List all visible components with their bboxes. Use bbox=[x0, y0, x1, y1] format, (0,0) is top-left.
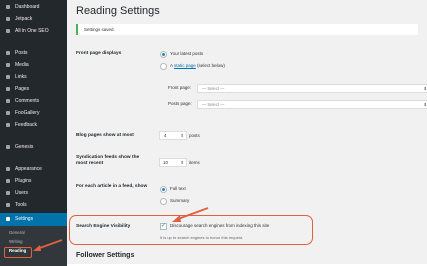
jetpack-icon bbox=[6, 17, 10, 21]
main-content: Reading Settings Settings saved. Front p… bbox=[67, 0, 427, 264]
sidebar-item-tools[interactable]: Tools bbox=[0, 199, 67, 211]
seo-icon bbox=[6, 29, 10, 33]
front-page-label: Front page displays bbox=[76, 51, 122, 56]
blog-pages-input[interactable]: 4 ⬍ bbox=[159, 131, 187, 140]
static-page-link[interactable]: static page bbox=[174, 63, 196, 68]
reading-highlight bbox=[4, 247, 32, 258]
sidebar-item-genesis[interactable]: Genesis bbox=[0, 141, 67, 153]
posts-page-select-label: Posts page: bbox=[168, 101, 192, 106]
comments-icon bbox=[6, 99, 10, 103]
static-page-label: A static page (select below) bbox=[170, 63, 225, 68]
sidebar-item-posts[interactable]: Posts bbox=[0, 47, 67, 59]
sidebar-item-users[interactable]: Users bbox=[0, 187, 67, 199]
submenu-item-general[interactable]: General bbox=[0, 228, 67, 237]
chevron-down-icon: ⬍ bbox=[423, 86, 427, 91]
blog-pages-label: Blog pages show at most bbox=[76, 133, 134, 138]
users-icon bbox=[6, 191, 10, 195]
settings-icon bbox=[6, 217, 10, 221]
sidebar-item-settings[interactable]: Settings bbox=[0, 213, 67, 226]
sidebar-item-links[interactable]: Links bbox=[0, 71, 67, 83]
summary-label: Summary bbox=[170, 198, 190, 203]
static-page-radio[interactable] bbox=[160, 63, 167, 70]
dashboard-icon bbox=[6, 5, 10, 9]
syndication-label: Syndication feeds show the most recent bbox=[76, 155, 140, 166]
sidebar-item-seo[interactable]: All in One SEO bbox=[0, 25, 67, 37]
sidebar-item-jetpack[interactable]: Jetpack bbox=[0, 13, 67, 25]
syndication-unit: items bbox=[189, 160, 200, 165]
stepper-icon: ⬍ bbox=[180, 160, 184, 165]
sidebar-item-pages[interactable]: Pages bbox=[0, 83, 67, 95]
feedback-icon bbox=[6, 123, 10, 127]
posts-icon bbox=[6, 51, 10, 55]
full-text-label: Full text bbox=[170, 186, 186, 191]
sidebar-item-comments[interactable]: Comments bbox=[0, 95, 67, 107]
gallery-icon bbox=[6, 111, 10, 115]
search-visibility-highlight bbox=[69, 215, 313, 245]
front-page-select-label: Front page: bbox=[168, 85, 192, 90]
latest-posts-label: Your latest posts bbox=[170, 51, 204, 56]
stepper-icon: ⬍ bbox=[180, 133, 184, 138]
appearance-icon bbox=[6, 167, 10, 171]
follower-settings-title: Follower Settings bbox=[76, 252, 135, 259]
front-page-select[interactable]: — Select — ⬍ bbox=[197, 84, 427, 93]
sidebar-item-appearance[interactable]: Appearance bbox=[0, 163, 67, 175]
settings-saved-notice: Settings saved. bbox=[76, 24, 418, 35]
posts-page-select[interactable]: — Select — ⬍ bbox=[197, 100, 427, 109]
blog-pages-unit: posts bbox=[189, 133, 200, 138]
summary-radio[interactable] bbox=[160, 198, 167, 205]
syndication-input[interactable]: 10 ⬍ bbox=[159, 158, 187, 167]
sidebar-item-media[interactable]: Media bbox=[0, 59, 67, 71]
genesis-icon bbox=[6, 145, 10, 149]
latest-posts-radio[interactable] bbox=[160, 51, 167, 58]
chevron-down-icon: ⬍ bbox=[423, 102, 427, 107]
tools-icon bbox=[6, 203, 10, 207]
full-text-radio[interactable] bbox=[160, 186, 167, 193]
settings-submenu: General Writing Reading bbox=[0, 226, 67, 266]
plugins-icon bbox=[6, 179, 10, 183]
media-icon bbox=[6, 63, 10, 67]
pages-icon bbox=[6, 87, 10, 91]
links-icon bbox=[6, 75, 10, 79]
feed-article-label: For each article in a feed, show bbox=[76, 184, 148, 189]
sidebar-item-feedback[interactable]: Feedback bbox=[0, 119, 67, 131]
page-title: Reading Settings bbox=[76, 5, 160, 17]
submenu-item-writing[interactable]: Writing bbox=[0, 237, 67, 246]
sidebar-item-dashboard[interactable]: Dashboard bbox=[0, 1, 67, 13]
sidebar-item-foogallery[interactable]: FooGallery bbox=[0, 107, 67, 119]
sidebar-item-plugins[interactable]: Plugins bbox=[0, 175, 67, 187]
admin-sidebar: Dashboard Jetpack All in One SEO Posts M… bbox=[0, 0, 67, 266]
